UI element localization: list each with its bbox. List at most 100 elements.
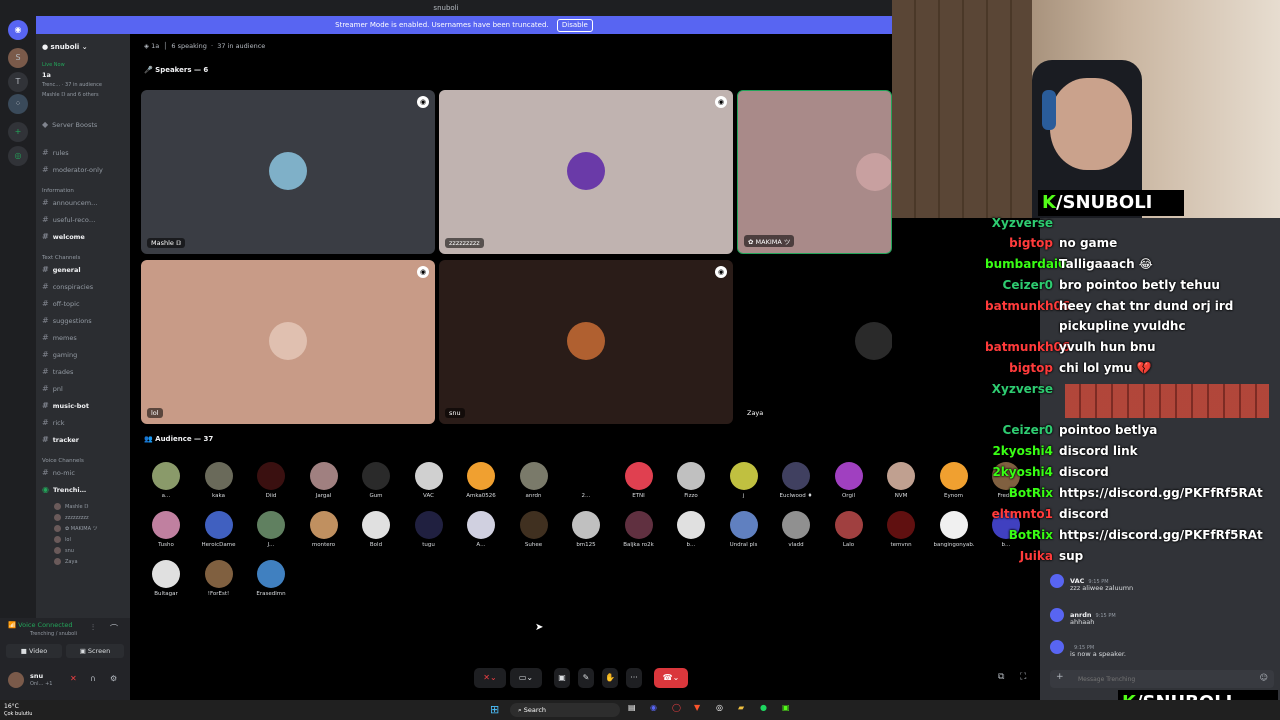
- audience-member[interactable]: VAC: [409, 462, 449, 499]
- opera-taskbar-icon[interactable]: ◯: [672, 703, 681, 712]
- audience-member[interactable]: Fizzo: [671, 462, 711, 499]
- audience-member[interactable]: kaka: [199, 462, 239, 499]
- discord-taskbar-icon[interactable]: ◉: [650, 703, 657, 712]
- channel-item[interactable]: # announcem…: [42, 196, 126, 210]
- server-icon-t[interactable]: T: [8, 72, 28, 92]
- audience-member[interactable]: temvnn: [881, 511, 921, 548]
- audience-member[interactable]: NVM: [881, 462, 921, 499]
- headphones-icon[interactable]: ∩: [90, 674, 96, 683]
- watch-stream-icon[interactable]: ◉: [715, 266, 727, 278]
- screen-share-icon[interactable]: ▣: [554, 668, 570, 688]
- audience-member[interactable]: Baljka ro2k: [619, 511, 659, 548]
- channel-item[interactable]: # general: [42, 263, 126, 277]
- stage-member[interactable]: snu: [54, 546, 126, 557]
- chat-input[interactable]: [1078, 673, 1238, 685]
- audience-member[interactable]: Suhee: [514, 511, 554, 548]
- audience-member[interactable]: Diid: [251, 462, 291, 499]
- avatar[interactable]: [8, 672, 24, 688]
- channel-item[interactable]: # gaming: [42, 348, 126, 362]
- settings-gear-icon[interactable]: ⚙: [110, 674, 117, 683]
- discord-home-icon[interactable]: ◉: [8, 20, 28, 40]
- audience-member[interactable]: tugu: [409, 511, 449, 548]
- spotify-taskbar-icon[interactable]: ●: [760, 703, 767, 712]
- speaker-tile[interactable]: ◉ Mashle 𝔻: [141, 90, 435, 254]
- activity-icon[interactable]: ✎: [578, 668, 594, 688]
- taskbar-search[interactable]: ⌕ Search: [510, 703, 620, 717]
- watch-stream-icon[interactable]: ◉: [715, 96, 727, 108]
- audience-member[interactable]: anrdn: [514, 462, 554, 499]
- channel-item[interactable]: # trades: [42, 365, 126, 379]
- weather-widget[interactable]: 16°C Çok bulutlu: [4, 703, 32, 717]
- audience-member[interactable]: bangingonyab…: [934, 511, 974, 548]
- watch-stream-icon[interactable]: ◉: [417, 266, 429, 278]
- audience-member[interactable]: J…: [251, 511, 291, 548]
- channel-item[interactable]: # suggestions: [42, 314, 126, 328]
- channel-item[interactable]: # pnl: [42, 382, 126, 396]
- kick-taskbar-icon[interactable]: ▣: [782, 703, 790, 712]
- channel-item[interactable]: # welcome: [42, 230, 126, 244]
- audience-member[interactable]: 2…: [566, 462, 606, 499]
- disconnect-icon[interactable]: ⌒: [110, 623, 118, 634]
- audience-member[interactable]: vladd: [776, 511, 816, 548]
- audience-member[interactable]: Lalo: [829, 511, 869, 548]
- brave-taskbar-icon[interactable]: ▼: [694, 703, 700, 712]
- audience-member[interactable]: Tusho: [146, 511, 186, 548]
- move-to-audience-icon[interactable]: ✋: [602, 668, 618, 688]
- audience-member[interactable]: ETNI: [619, 462, 659, 499]
- audience-member[interactable]: Euclwood ♦: [776, 462, 816, 499]
- channel-item[interactable]: # rules: [42, 146, 126, 160]
- chat-input-box[interactable]: + ☺: [1050, 670, 1274, 688]
- audience-member[interactable]: montero: [304, 511, 344, 548]
- channel-item[interactable]: # tracker: [42, 433, 126, 447]
- speaker-tile[interactable]: ◉ snu: [439, 260, 733, 424]
- disable-streamer-mode-button[interactable]: Disable: [556, 19, 593, 32]
- stage-member[interactable]: zzzzzzzzz: [54, 513, 126, 524]
- add-attachment-icon[interactable]: +: [1056, 672, 1064, 682]
- server-icon-snuboli[interactable]: S: [8, 48, 28, 68]
- obs-taskbar-icon[interactable]: ◎: [716, 703, 723, 712]
- audience-member[interactable]: Bold: [356, 511, 396, 548]
- audience-member[interactable]: A…: [461, 511, 501, 548]
- audience-member[interactable]: a…: [146, 462, 186, 499]
- speaker-tile[interactable]: ◉ lol: [141, 260, 435, 424]
- speaker-tile[interactable]: ✿ MAKIMA ツ: [737, 90, 892, 254]
- more-options-icon[interactable]: ···: [626, 668, 642, 688]
- audience-member[interactable]: bm125: [566, 511, 606, 548]
- task-view-icon[interactable]: ▤: [628, 703, 636, 712]
- audience-member[interactable]: Gum: [356, 462, 396, 499]
- popout-icon[interactable]: ⧉: [998, 672, 1004, 682]
- audience-member[interactable]: Undral pls: [724, 511, 764, 548]
- camera-button[interactable]: ▭⌄: [510, 668, 542, 688]
- video-button[interactable]: ■ Video: [6, 644, 62, 658]
- channel-item[interactable]: # memes: [42, 331, 126, 345]
- noise-icon[interactable]: ⫶: [92, 623, 94, 633]
- live-channel[interactable]: 1a: [42, 70, 126, 80]
- emoji-icon[interactable]: ☺: [1260, 673, 1268, 682]
- server-boosts-item[interactable]: ◆ Server Boosts: [42, 118, 126, 132]
- channel-item[interactable]: # useful-reco…: [42, 213, 126, 227]
- audience-member[interactable]: Eynom: [934, 462, 974, 499]
- explore-icon[interactable]: ◎: [8, 146, 28, 166]
- windows-start-icon[interactable]: ⊞: [490, 703, 504, 717]
- audience-member[interactable]: HeroicDame: [199, 511, 239, 548]
- audience-member[interactable]: Orgil: [829, 462, 869, 499]
- channel-item[interactable]: # moderator-only: [42, 163, 126, 177]
- audience-member[interactable]: Jargal: [304, 462, 344, 499]
- mute-mic-button[interactable]: ✕⌄: [474, 668, 506, 688]
- channel-item[interactable]: # off-topic: [42, 297, 126, 311]
- file-explorer-icon[interactable]: ▰: [738, 703, 744, 712]
- mic-muted-icon[interactable]: ✕: [70, 674, 77, 683]
- channel-item[interactable]: ◉ Trenchi…: [42, 483, 126, 497]
- fullscreen-icon[interactable]: ⛶: [1020, 672, 1026, 682]
- add-server-icon[interactable]: +: [8, 122, 28, 142]
- stage-member[interactable]: lol: [54, 535, 126, 546]
- stage-member[interactable]: Zaya: [54, 557, 126, 568]
- stage-member[interactable]: ✿ MAKIMA ツ: [54, 524, 126, 535]
- audience-member[interactable]: Bultagar: [146, 560, 186, 597]
- screen-button[interactable]: ▣ Screen: [66, 644, 124, 658]
- watch-stream-icon[interactable]: ◉: [417, 96, 429, 108]
- leave-stage-button[interactable]: ☎⌄: [654, 668, 688, 688]
- channel-item[interactable]: # music-bot: [42, 399, 126, 413]
- speaker-tile[interactable]: ◉ zzzzzzzzz: [439, 90, 733, 254]
- channel-item[interactable]: # rick: [42, 416, 126, 430]
